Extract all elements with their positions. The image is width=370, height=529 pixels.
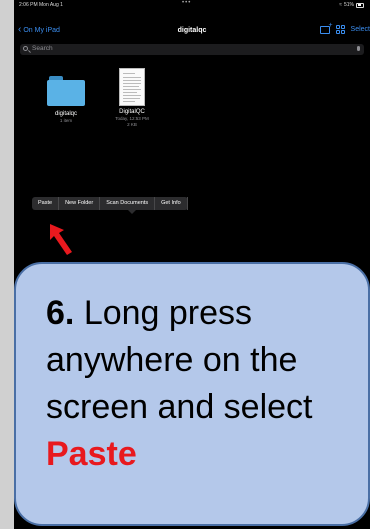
status-right: ≈ 51% bbox=[339, 2, 364, 8]
select-button[interactable]: Select bbox=[351, 26, 370, 33]
menu-item-get-info[interactable]: Get Info bbox=[155, 197, 188, 210]
document-item[interactable]: DigitalQC Today, 12:53 PM 2 KB bbox=[102, 68, 162, 128]
search-placeholder: Search bbox=[32, 45, 53, 52]
search-icon bbox=[23, 46, 28, 51]
menu-item-scan-documents[interactable]: Scan Documents bbox=[100, 197, 156, 210]
menu-item-paste[interactable]: Paste bbox=[32, 197, 60, 210]
multitasking-dots[interactable]: ••• bbox=[182, 0, 191, 6]
instruction-callout: 6. Long press anywhere on the screen and… bbox=[14, 262, 370, 526]
file-meta: 1 item bbox=[59, 118, 73, 123]
folder-item[interactable]: digitalqc 1 item bbox=[36, 76, 96, 124]
battery-icon bbox=[356, 2, 364, 8]
instruction-text: Long press anywhere on the screen and se… bbox=[46, 294, 313, 426]
instruction-highlight: Paste bbox=[46, 435, 137, 473]
folder-icon bbox=[47, 76, 85, 106]
file-meta: Today, 12:53 PM 2 KB bbox=[102, 116, 162, 128]
document-icon bbox=[119, 68, 145, 106]
file-name: DigitalQC bbox=[119, 109, 145, 115]
step-number: 6. bbox=[46, 294, 75, 332]
status-bar: 2:06 PM Mon Aug 1 ••• ≈ 51% bbox=[14, 0, 370, 10]
page-title: digitalqc bbox=[177, 27, 207, 34]
microphone-icon[interactable] bbox=[357, 46, 360, 51]
wifi-icon: ≈ bbox=[339, 2, 342, 8]
menu-item-new-folder[interactable]: New Folder bbox=[59, 197, 101, 210]
view-grid-icon[interactable] bbox=[335, 25, 345, 34]
file-size: 2 KB bbox=[127, 122, 137, 127]
new-folder-icon[interactable] bbox=[319, 22, 333, 34]
red-arrow-icon bbox=[50, 224, 72, 255]
context-menu: Paste New Folder Scan Documents Get Info bbox=[32, 197, 188, 214]
navigation-bar: ‹ On My iPad digitalqc Select bbox=[14, 22, 370, 38]
battery-percent: 51% bbox=[343, 2, 354, 8]
nav-actions: Select bbox=[319, 22, 370, 34]
menu-pointer bbox=[128, 210, 136, 214]
status-time: 2:06 PM Mon Aug 1 bbox=[19, 2, 63, 8]
slide-frame: 2:06 PM Mon Aug 1 ••• ≈ 51% ‹ On My iPad… bbox=[0, 0, 370, 529]
search-bar[interactable]: Search bbox=[20, 44, 364, 55]
file-name: digitalqc bbox=[54, 111, 77, 117]
